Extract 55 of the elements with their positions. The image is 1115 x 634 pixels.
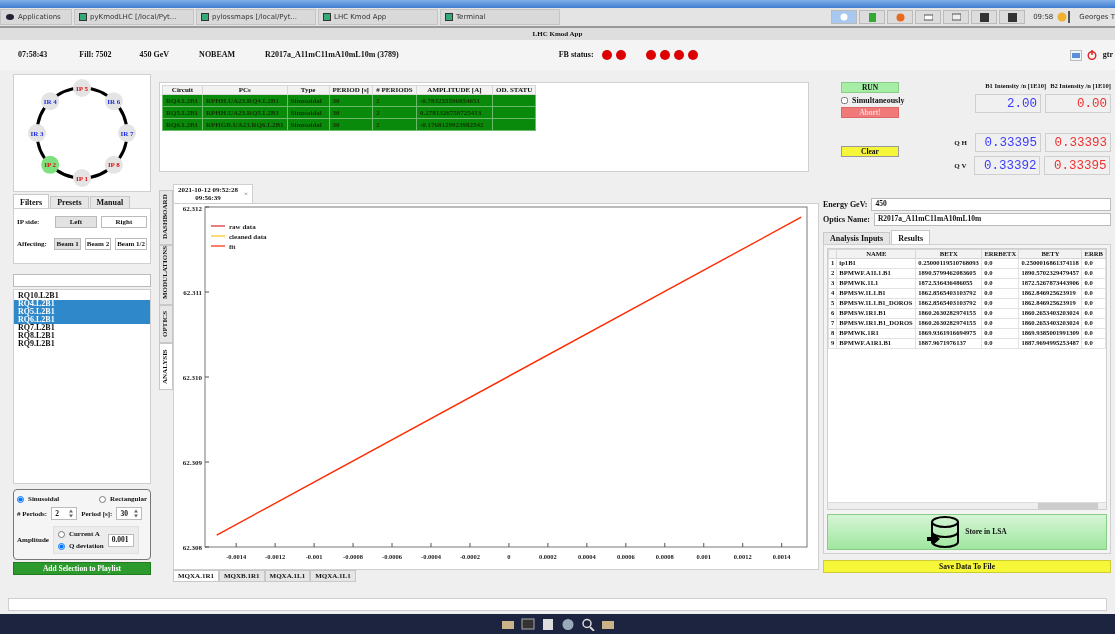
panel-tab[interactable]: Results bbox=[891, 230, 931, 245]
fill-number: Fill: 7502 bbox=[79, 50, 112, 60]
scrollbar[interactable] bbox=[828, 502, 1106, 510]
terminal-icon[interactable] bbox=[1007, 12, 1017, 22]
digital-display: 0.33392 bbox=[974, 156, 1041, 176]
beam-mode: NOBEAM bbox=[199, 50, 236, 60]
optics-name: R2017a_A11mC11mA10mL10m (3789) bbox=[265, 50, 399, 60]
list-item[interactable]: RQ6.L2B1 bbox=[14, 316, 150, 325]
document-icon[interactable] bbox=[540, 617, 555, 631]
window-icon bbox=[445, 13, 453, 21]
search-icon[interactable] bbox=[580, 617, 595, 631]
globe-icon[interactable] bbox=[560, 617, 575, 631]
camera-icon[interactable] bbox=[1069, 49, 1082, 61]
radio-button[interactable] bbox=[99, 495, 107, 503]
database-icon bbox=[927, 516, 962, 549]
window-icon[interactable] bbox=[923, 12, 933, 22]
radio-button[interactable] bbox=[57, 530, 65, 538]
clock: 07:58:43 bbox=[18, 50, 48, 60]
status-label: FB status: bbox=[558, 50, 594, 60]
volume-icon bbox=[1067, 11, 1072, 23]
spin-arrows-icon bbox=[134, 509, 139, 519]
checkbox-label: Simultaneously bbox=[852, 96, 905, 106]
panel-tab[interactable]: Manual bbox=[89, 196, 131, 209]
mouse-icon bbox=[5, 13, 15, 21]
list-item[interactable]: RQ9.L2B1 bbox=[14, 340, 150, 349]
list-item[interactable]: RQ7.L2B1 bbox=[14, 324, 150, 333]
list-item[interactable]: RQ8.L2B1 bbox=[14, 332, 150, 341]
list-item[interactable]: RQ10.L2B1 bbox=[14, 292, 150, 301]
list-item[interactable]: RQ5.L2B1 bbox=[14, 308, 150, 317]
digital-display: 0.33393 bbox=[1045, 133, 1111, 153]
list-item[interactable]: RQ4.L2B1 bbox=[14, 300, 150, 309]
spin-arrows-icon bbox=[69, 509, 74, 519]
browser-icon[interactable] bbox=[895, 12, 905, 22]
weather-icon bbox=[1057, 12, 1068, 22]
digital-display: 2.00 bbox=[975, 94, 1041, 114]
radio-button[interactable] bbox=[17, 495, 24, 503]
terminal-icon[interactable] bbox=[979, 12, 989, 22]
field-label: Optics Name: bbox=[823, 214, 870, 225]
radio-button[interactable] bbox=[57, 542, 65, 550]
panel-tab[interactable]: Analysis Inputs bbox=[823, 232, 891, 245]
window-icon bbox=[79, 13, 87, 21]
power-icon[interactable] bbox=[1086, 50, 1097, 60]
monitor-icon[interactable] bbox=[951, 12, 961, 22]
panel-tab[interactable]: Filters bbox=[13, 194, 50, 209]
user-name: gtr bbox=[1102, 50, 1113, 60]
field-label: Energy GeV: bbox=[823, 199, 868, 210]
digital-display: 0.33395 bbox=[975, 133, 1041, 153]
checkbox[interactable] bbox=[841, 97, 848, 105]
search-field[interactable] bbox=[13, 274, 151, 288]
digital-display: 0.00 bbox=[1045, 94, 1111, 114]
digital-display: 0.33395 bbox=[1044, 156, 1111, 176]
beam-energy: 450 GeV bbox=[139, 50, 170, 60]
window-icon bbox=[201, 13, 209, 21]
panel-tab[interactable]: Presets bbox=[50, 196, 89, 209]
window-icon bbox=[323, 13, 331, 21]
